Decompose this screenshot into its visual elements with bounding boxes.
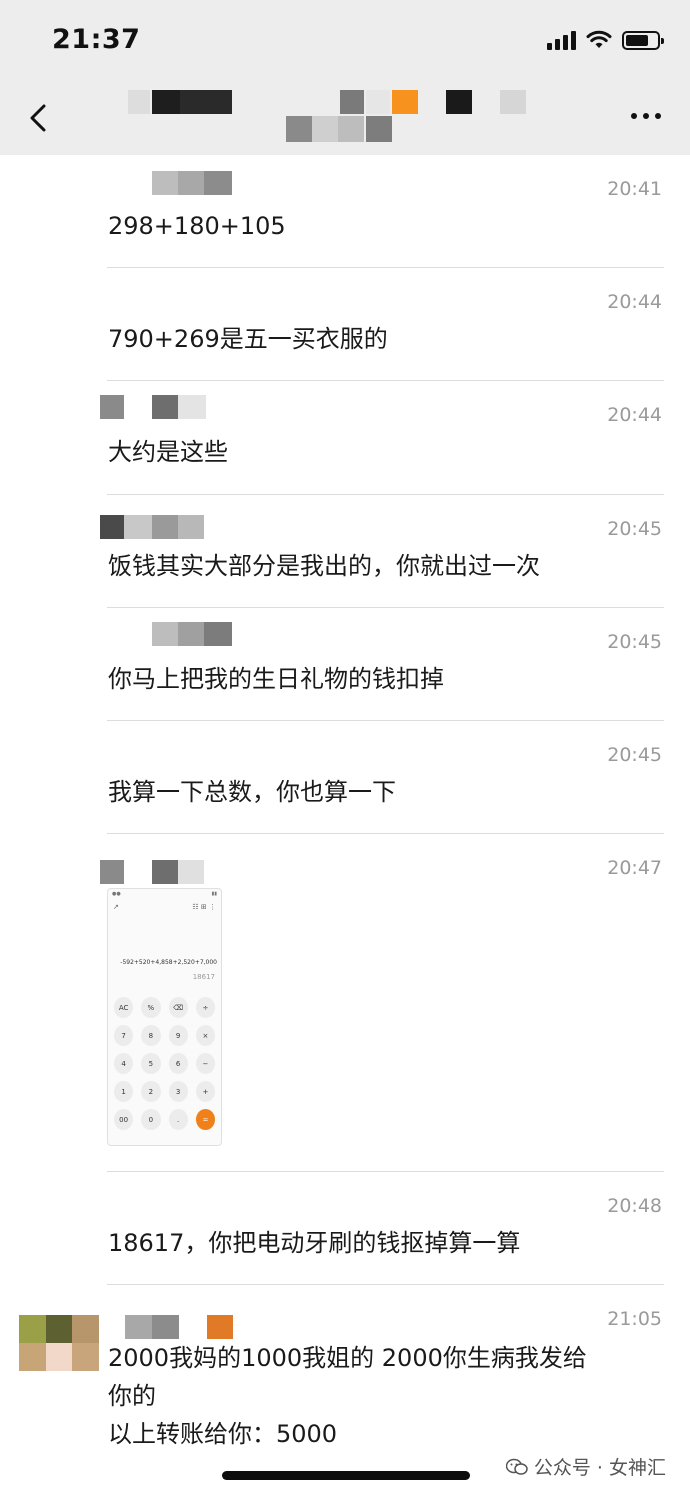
more-dot bbox=[631, 113, 637, 119]
sender-name-redacted bbox=[100, 860, 204, 884]
wechat-official-account-icon bbox=[505, 1458, 528, 1475]
more-dot bbox=[643, 113, 649, 119]
sender-name-redacted bbox=[100, 515, 204, 539]
sender-name-redacted bbox=[152, 171, 232, 195]
calc-key: 1 bbox=[114, 1081, 134, 1102]
message-time: 20:45 bbox=[607, 744, 662, 766]
message-text: 饭钱其实大部分是我出的，你就出过一次 bbox=[108, 552, 540, 580]
image-status-bar: ●● ▮▮ bbox=[112, 891, 217, 897]
calc-key-equals: = bbox=[195, 1109, 215, 1130]
message-row[interactable]: 20:48 18617，你把电动牙刷的钱抠掉算一算 bbox=[0, 1172, 690, 1285]
sender-name-redacted bbox=[100, 395, 206, 419]
back-button[interactable] bbox=[22, 98, 58, 138]
more-dot bbox=[655, 113, 661, 119]
calc-key: ⌫ bbox=[168, 997, 188, 1018]
calc-key: % bbox=[141, 997, 161, 1018]
message-text: 790+269是五一买衣服的 bbox=[108, 325, 388, 353]
message-text: 我算一下总数，你也算一下 bbox=[108, 778, 396, 806]
calc-key: 8 bbox=[141, 1025, 161, 1046]
message-time: 20:47 bbox=[607, 857, 662, 879]
calc-key: 0 bbox=[141, 1109, 161, 1130]
calc-key: ÷ bbox=[195, 997, 215, 1018]
calc-key: × bbox=[195, 1025, 215, 1046]
message-time: 20:41 bbox=[607, 178, 662, 200]
status-bar: 21:37 bbox=[0, 0, 690, 80]
message-row[interactable]: 20:47 ●● ▮▮ ↗ ☷ ⊞ ⋮ -592+520+4,858+2,520+7… bbox=[0, 834, 690, 1172]
message-time: 20:44 bbox=[607, 291, 662, 313]
home-indicator[interactable] bbox=[222, 1471, 470, 1480]
message-row[interactable]: 20:41 298+180+105 bbox=[0, 155, 690, 268]
wifi-icon bbox=[586, 30, 612, 48]
cellular-signal-icon bbox=[547, 30, 576, 50]
chat-header bbox=[0, 80, 690, 155]
message-time: 20:45 bbox=[607, 518, 662, 540]
chat-title-redacted bbox=[120, 88, 540, 148]
calc-key: 7 bbox=[114, 1025, 134, 1046]
message-row[interactable]: 20:45 你马上把我的生日礼物的钱扣掉 bbox=[0, 608, 690, 721]
status-time: 21:37 bbox=[52, 24, 141, 55]
battery-icon bbox=[622, 30, 664, 50]
message-row[interactable]: 20:44 790+269是五一买衣服的 bbox=[0, 268, 690, 381]
chevron-left-icon bbox=[30, 104, 46, 132]
sender-name-redacted bbox=[125, 1315, 233, 1339]
message-text: 2000我妈的1000我姐的 2000你生病我发给 你的 以上转账给你：5000 bbox=[108, 1344, 587, 1448]
calc-key: − bbox=[195, 1053, 215, 1074]
message-text: 298+180+105 bbox=[108, 212, 286, 240]
calc-key: 5 bbox=[141, 1053, 161, 1074]
more-options-button[interactable] bbox=[626, 104, 666, 128]
calc-key: 3 bbox=[168, 1081, 188, 1102]
watermark-text: 公众号 · 女神汇 bbox=[533, 1457, 666, 1479]
calc-key: AC bbox=[114, 997, 134, 1018]
sender-name-redacted bbox=[152, 622, 232, 646]
calc-key: 00 bbox=[114, 1109, 134, 1130]
calc-key: 6 bbox=[168, 1053, 188, 1074]
calc-key: + bbox=[195, 1081, 215, 1102]
message-row[interactable]: 20:45 我算一下总数，你也算一下 bbox=[0, 721, 690, 834]
message-time: 20:44 bbox=[607, 404, 662, 426]
message-time: 20:48 bbox=[607, 1195, 662, 1217]
image-toolbar: ↗ ☷ ⊞ ⋮ bbox=[113, 903, 216, 911]
avatar[interactable] bbox=[19, 1315, 99, 1371]
calculator-keypad: AC % ⌫ ÷ 7 8 9 × 4 5 6 − 1 2 3 + 00 0 . … bbox=[112, 997, 217, 1130]
message-text: 18617，你把电动牙刷的钱抠掉算一算 bbox=[108, 1229, 521, 1257]
message-text: 大约是这些 bbox=[108, 438, 228, 466]
message-time: 20:45 bbox=[607, 631, 662, 653]
watermark: 公众号 · 女神汇 bbox=[505, 1453, 666, 1480]
message-row[interactable]: 20:45 饭钱其实大部分是我出的，你就出过一次 bbox=[0, 495, 690, 608]
message-text: 你马上把我的生日礼物的钱扣掉 bbox=[108, 665, 444, 693]
status-icons bbox=[547, 30, 664, 50]
message-time: 21:05 bbox=[607, 1308, 662, 1330]
calculator-expression: -592+520+4,858+2,520+7,000 bbox=[120, 959, 217, 966]
calc-key: 2 bbox=[141, 1081, 161, 1102]
message-row[interactable]: 20:44 大约是这些 bbox=[0, 381, 690, 495]
calculator-screenshot-image[interactable]: ●● ▮▮ ↗ ☷ ⊞ ⋮ -592+520+4,858+2,520+7,000 1… bbox=[107, 888, 222, 1146]
calc-key: 9 bbox=[168, 1025, 188, 1046]
calc-key: . bbox=[168, 1109, 188, 1130]
calc-key: 4 bbox=[114, 1053, 134, 1074]
calculator-result: 18617 bbox=[192, 973, 215, 981]
